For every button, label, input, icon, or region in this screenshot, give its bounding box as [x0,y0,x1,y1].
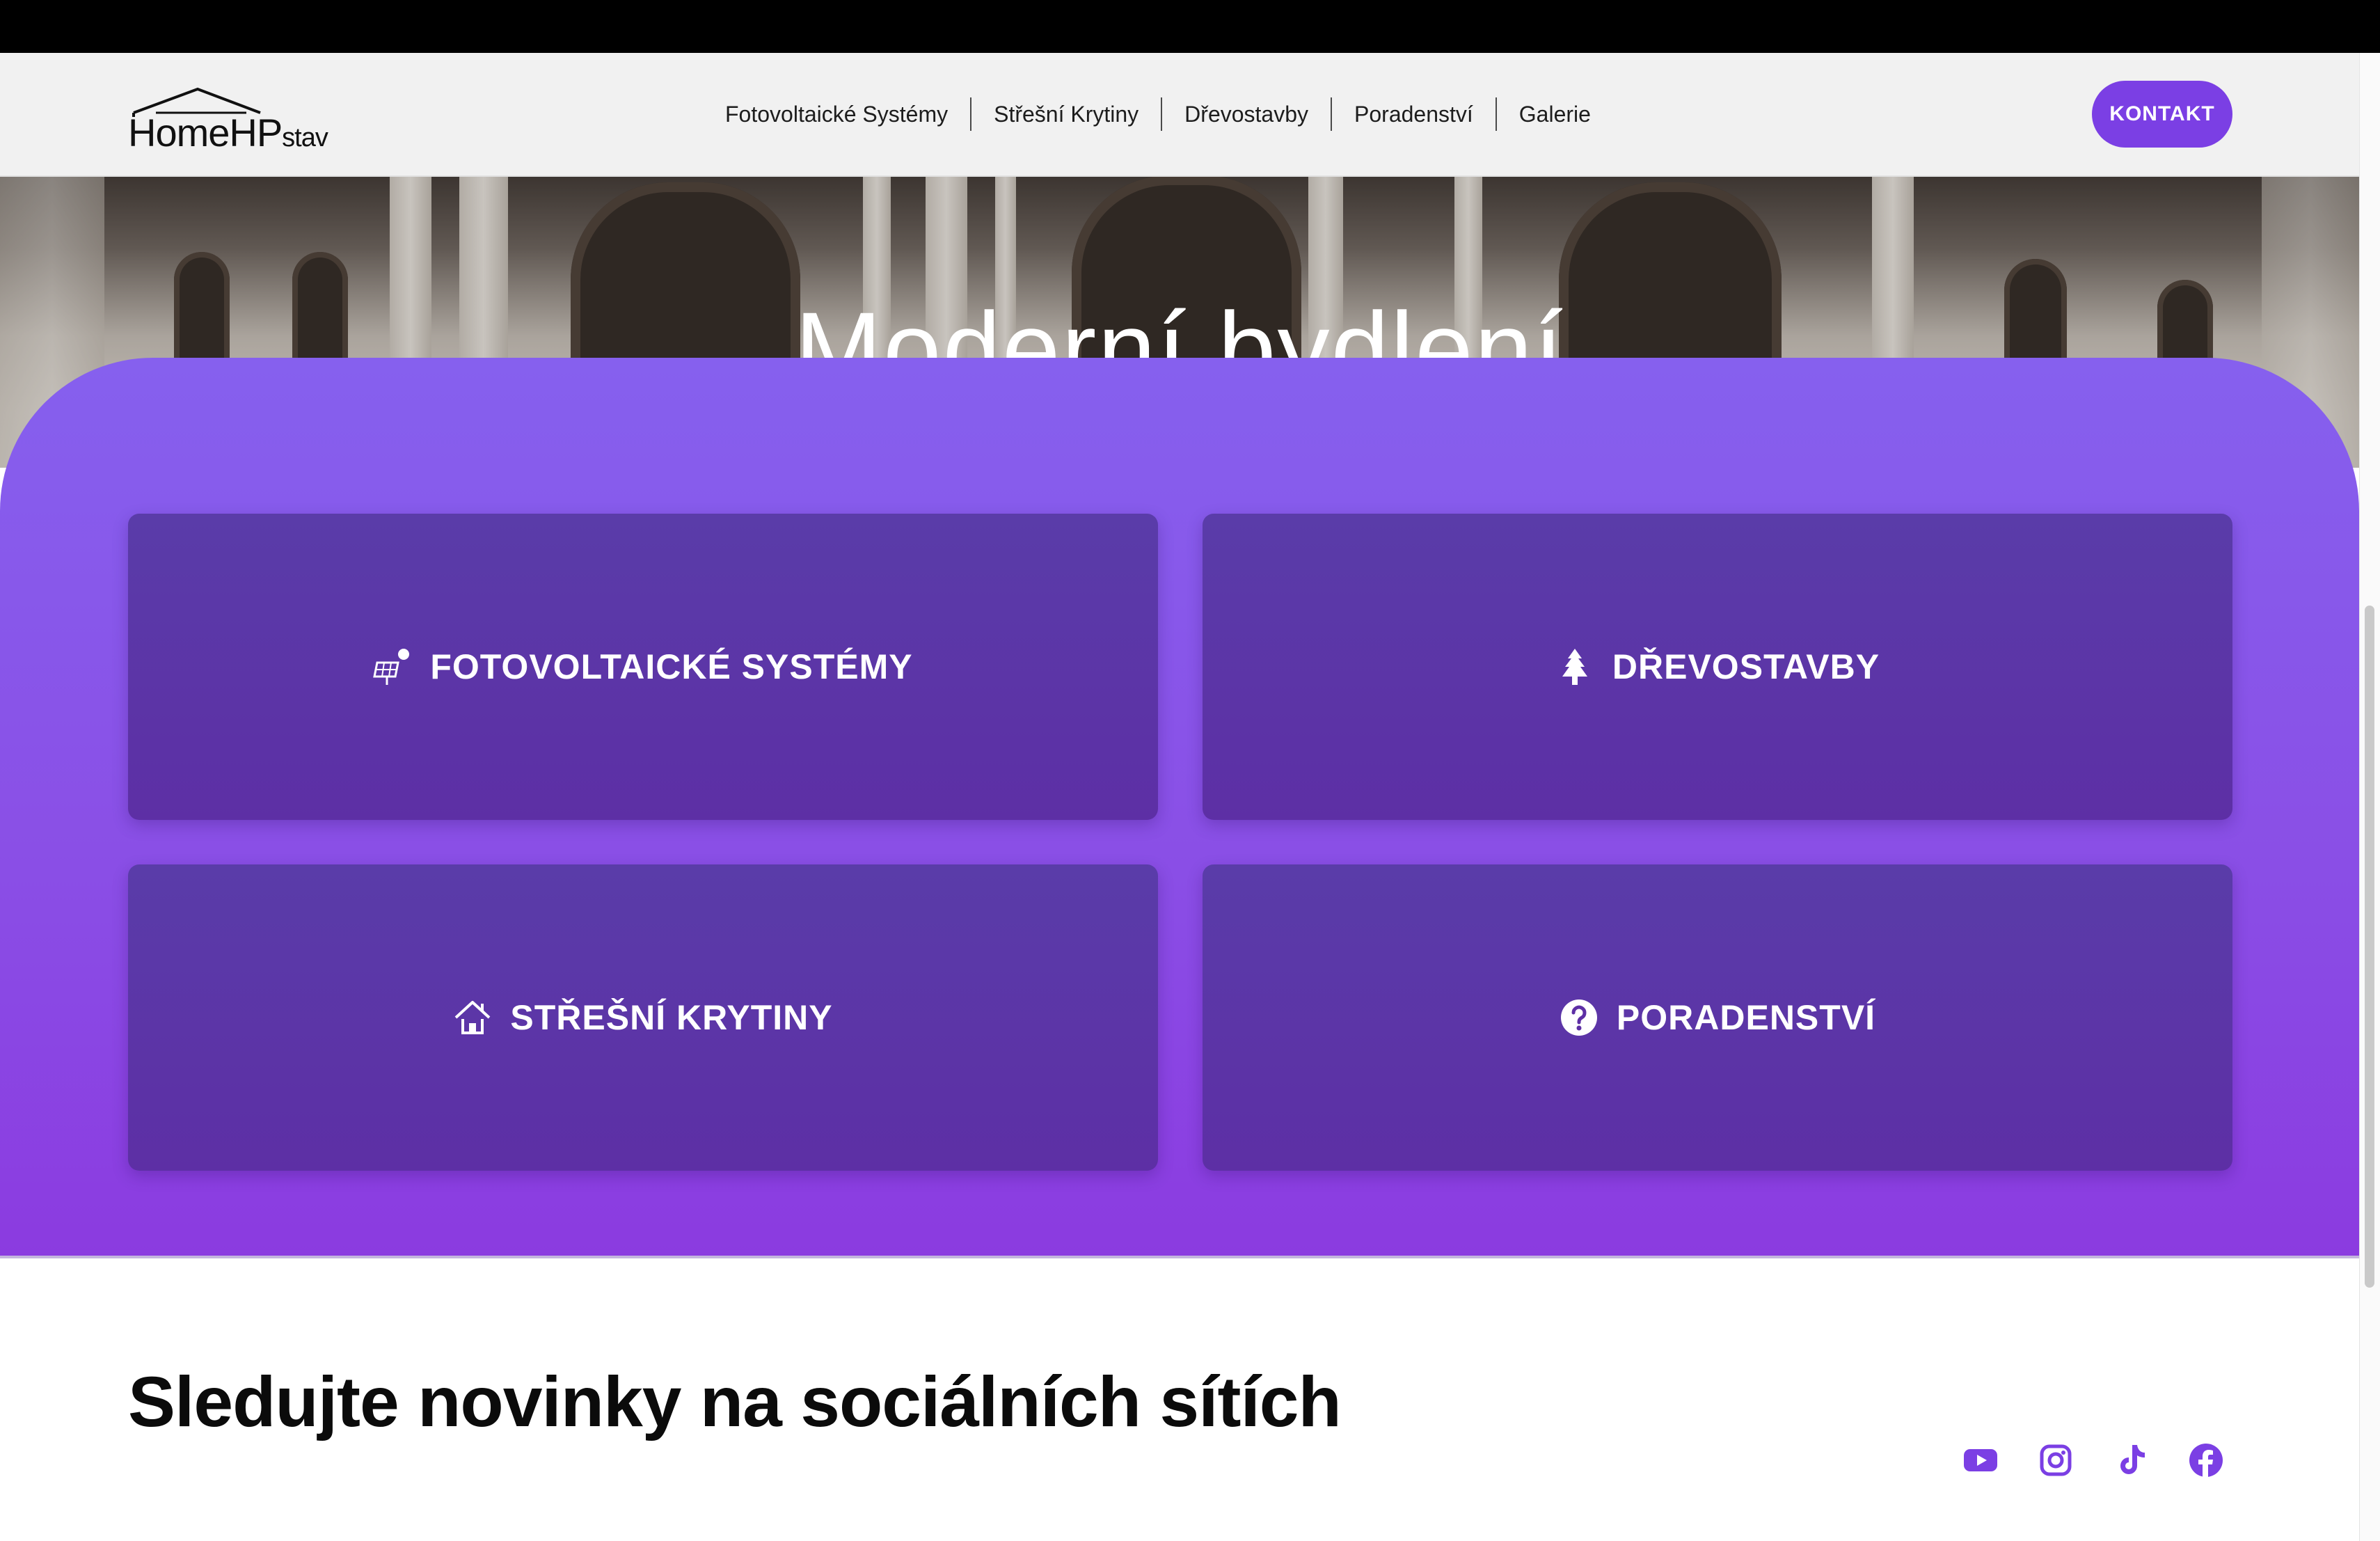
logo[interactable]: HomeHPstav [128,84,337,155]
instagram-icon[interactable] [2038,1442,2074,1478]
scrollbar-thumb[interactable] [2365,606,2374,1288]
page: Moderní bydlení HomeHPstav Fotovoltaické… [0,53,2359,1541]
kontakt-button[interactable]: KONTAKT [2092,81,2232,148]
social-icons [1962,1442,2224,1478]
nav-item-drevostavby[interactable]: Dřevostavby [1161,97,1331,131]
tree-icon [1555,647,1594,686]
nav-item-fotovoltaicke[interactable]: Fotovoltaické Systémy [717,97,970,131]
nav-item-poradenstvi[interactable]: Poradenství [1331,97,1496,131]
main-nav: Fotovoltaické Systémy Střešní Krytiny Dř… [717,89,1613,139]
card-poradenstvi[interactable]: PORADENSTVÍ [1203,864,2232,1171]
services-section: FOTOVOLTAICKÉ SYSTÉMY DŘEVOSTAVBY STŘEŠN… [0,358,2359,1258]
logo-sub: stav [282,123,328,152]
site-header: HomeHPstav Fotovoltaické Systémy Střešní… [0,53,2359,177]
card-label: DŘEVOSTAVBY [1612,647,1880,686]
card-label: PORADENSTVÍ [1616,998,1876,1037]
card-stresni-krytiny[interactable]: STŘEŠNÍ KRYTINY [128,864,1158,1171]
logo-text: HomeHPstav [128,110,328,155]
house-roof-icon [453,998,492,1037]
card-drevostavby[interactable]: DŘEVOSTAVBY [1203,514,2232,820]
nav-item-stresni-krytiny[interactable]: Střešní Krytiny [970,97,1161,131]
tiktok-icon[interactable] [2113,1442,2149,1478]
logo-main: HomeHP [128,111,283,155]
facebook-icon[interactable] [2188,1442,2224,1478]
card-label: STŘEŠNÍ KRYTINY [510,998,833,1037]
nav-item-galerie[interactable]: Galerie [1495,97,1613,131]
solar-panel-icon [373,647,412,686]
card-label: FOTOVOLTAICKÉ SYSTÉMY [430,647,913,686]
card-fotovoltaicke[interactable]: FOTOVOLTAICKÉ SYSTÉMY [128,514,1158,820]
youtube-icon[interactable] [1962,1442,1999,1478]
question-circle-icon [1560,998,1598,1037]
browser-top-bar [0,0,2380,53]
social-title: Sledujte novinky na sociálních sítích [128,1362,1342,1441]
